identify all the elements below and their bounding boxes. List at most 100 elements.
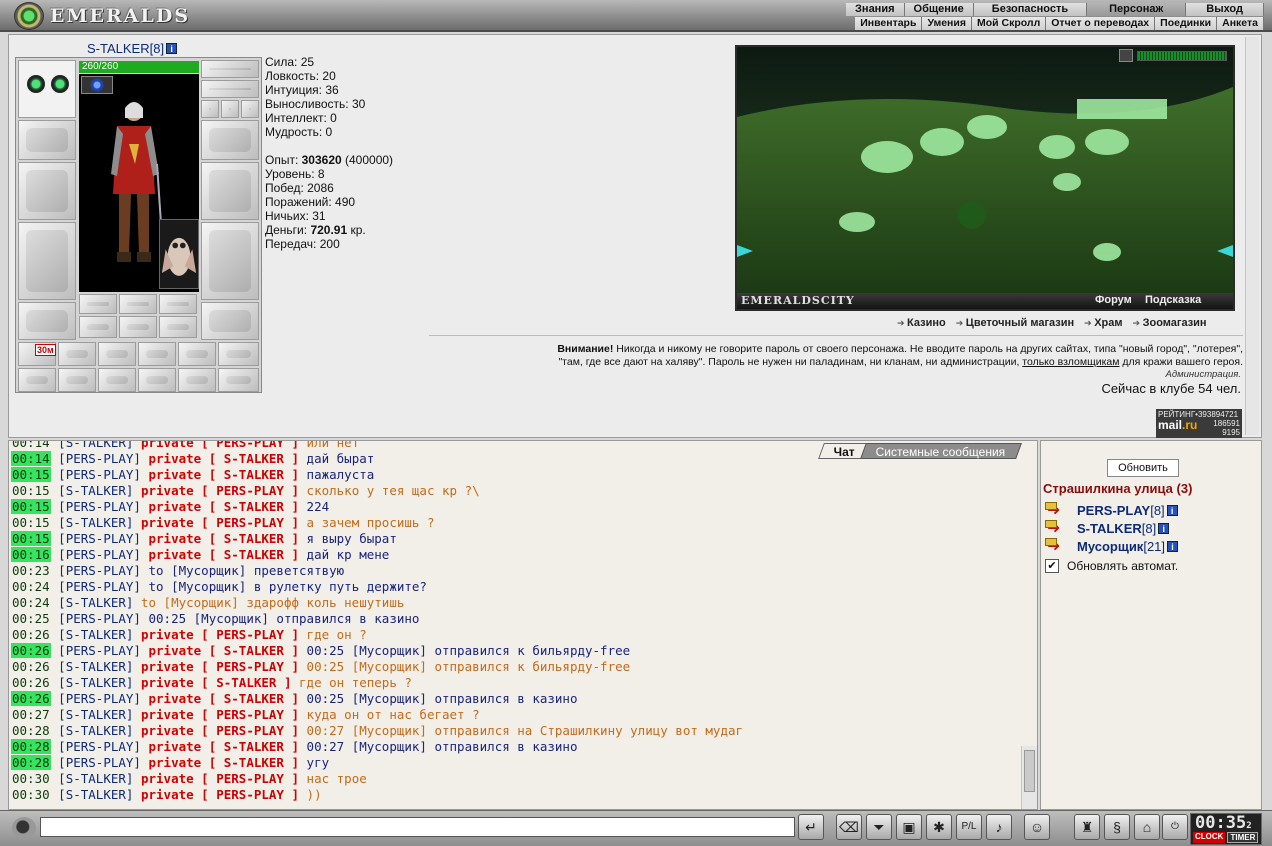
private-message-icon[interactable] <box>1045 500 1065 520</box>
necklace-slot[interactable] <box>201 80 259 98</box>
info-icon[interactable]: i <box>166 43 178 54</box>
ring-slot-1[interactable] <box>201 100 219 118</box>
scroll-slot[interactable] <box>58 368 96 392</box>
message-author[interactable]: [PERS-PLAY] <box>58 563 141 578</box>
user-name[interactable]: S-TALKER <box>1077 521 1142 536</box>
submenu-my-scroll[interactable]: Мой Скролл <box>971 17 1047 30</box>
message-time[interactable]: 00:15 <box>11 467 51 482</box>
message-author[interactable]: [PERS-PLAY] <box>58 531 141 546</box>
scroll-slot[interactable] <box>98 342 136 366</box>
scene-settings-icon[interactable] <box>1119 49 1133 62</box>
translit-icon[interactable]: P/L <box>956 814 982 840</box>
private-recipient[interactable]: private [ S-TALKER ] <box>149 755 300 770</box>
message-time[interactable]: 00:26 <box>11 675 51 690</box>
private-recipient[interactable]: private [ PERS-PLAY ] <box>141 787 299 802</box>
private-recipient[interactable]: private [ S-TALKER ] <box>149 451 300 466</box>
private-recipient[interactable]: private [ S-TALKER ] <box>149 691 300 706</box>
location-pet-shop[interactable]: Зоомагазин <box>1133 317 1207 329</box>
message-time[interactable]: 00:27 <box>11 707 51 722</box>
user-name[interactable]: Мусорщик <box>1077 539 1143 554</box>
chat-speaker-icon[interactable] <box>12 817 36 839</box>
message-author[interactable]: [PERS-PLAY] <box>58 739 141 754</box>
rune-slot[interactable] <box>119 316 157 338</box>
scroll-slot[interactable] <box>18 368 56 392</box>
belt-slot[interactable] <box>18 302 76 340</box>
private-recipient[interactable]: private [ PERS-PLAY ] <box>141 771 299 786</box>
scroll-slot[interactable] <box>218 342 259 366</box>
private-recipient[interactable]: private [ S-TALKER ] <box>149 547 300 562</box>
exit-icon[interactable]: ⏻ <box>1162 814 1188 840</box>
private-recipient[interactable]: private [ S-TALKER ] <box>149 467 300 482</box>
emeralds-logo[interactable]: EMERALDS <box>14 2 190 30</box>
scroll-slot[interactable] <box>98 368 136 392</box>
message-author[interactable]: [S-TALKER] <box>58 483 133 498</box>
scroll-thumb[interactable] <box>1024 750 1035 792</box>
ring-slot-2[interactable] <box>221 100 239 118</box>
armor-slot[interactable] <box>18 222 76 300</box>
save-icon[interactable]: ▣ <box>896 814 922 840</box>
submenu-duels[interactable]: Поединки <box>1155 17 1218 30</box>
message-time[interactable]: 00:26 <box>11 659 51 674</box>
private-message-icon[interactable] <box>1045 536 1065 556</box>
lock-icon[interactable]: ⌂ <box>1134 814 1160 840</box>
ring-slot-3[interactable] <box>241 100 259 118</box>
hint-link[interactable]: Подсказка <box>1145 294 1201 306</box>
submenu-skills[interactable]: Умения <box>922 17 972 30</box>
menu-communication[interactable]: Общение <box>904 3 974 16</box>
message-time[interactable]: 00:28 <box>11 739 51 754</box>
location-flower-shop[interactable]: Цветочный магазин <box>956 317 1074 329</box>
message-author[interactable]: [S-TALKER] <box>58 515 133 530</box>
message-time[interactable]: 00:24 <box>11 595 51 610</box>
shield-slot[interactable] <box>201 162 259 220</box>
private-recipient[interactable]: private [ PERS-PLAY ] <box>141 659 299 674</box>
message-time[interactable]: 00:30 <box>11 787 51 802</box>
mailru-rating-counter[interactable]: РЕЙТИНГ•393894721 mail.ru 186591 9195 <box>1156 409 1242 438</box>
forum-link[interactable]: Форум <box>1095 294 1132 306</box>
message-time[interactable]: 00:26 <box>11 627 51 642</box>
message-author[interactable]: [PERS-PLAY] <box>58 611 141 626</box>
scroll-slot-amulet[interactable]: 30м <box>18 342 56 366</box>
auto-refresh-option[interactable]: ✔ Обновлять автомат. <box>1045 559 1178 573</box>
message-author[interactable]: [S-TALKER] <box>58 441 133 450</box>
main-scrollbar[interactable] <box>1245 37 1259 435</box>
private-recipient[interactable]: private [ PERS-PLAY ] <box>141 483 299 498</box>
info-icon[interactable]: i <box>1158 522 1170 534</box>
user-list-item[interactable]: Мусорщик[21]i <box>1045 536 1179 556</box>
message-time[interactable]: 00:23 <box>11 563 51 578</box>
message-author[interactable]: [S-TALKER] <box>58 627 133 642</box>
pet-owl-slot[interactable] <box>159 219 199 289</box>
private-message-icon[interactable] <box>1045 518 1065 538</box>
clock-label[interactable]: CLOCK <box>1193 832 1226 843</box>
message-time[interactable]: 00:14 <box>11 451 51 466</box>
message-author[interactable]: [PERS-PLAY] <box>58 643 141 658</box>
message-author[interactable]: [PERS-PLAY] <box>58 467 141 482</box>
sound-icon[interactable]: ♪ <box>986 814 1012 840</box>
chat-message-input[interactable] <box>40 817 795 837</box>
gloves-slot[interactable] <box>201 120 259 160</box>
message-time[interactable]: 00:14 <box>11 441 51 450</box>
scroll-slot[interactable] <box>138 368 176 392</box>
message-time[interactable]: 00:25 <box>11 611 51 626</box>
message-author[interactable]: [PERS-PLAY] <box>58 451 141 466</box>
clock-widget[interactable]: 00:352 CLOCK TIMER <box>1190 813 1262 845</box>
bag-icon[interactable]: ♜ <box>1074 814 1100 840</box>
message-author[interactable]: [PERS-PLAY] <box>58 499 141 514</box>
private-recipient[interactable]: private [ PERS-PLAY ] <box>141 627 299 642</box>
submenu-transfer-report[interactable]: Отчет о переводах <box>1046 17 1156 30</box>
boots-slot[interactable] <box>201 302 259 340</box>
menu-security[interactable]: Безопасность <box>973 3 1088 16</box>
helmet-slot-goggles[interactable] <box>18 60 76 118</box>
user-list-item[interactable]: S-TALKER[8]i <box>1045 518 1170 538</box>
location-casino[interactable]: Казино <box>897 317 946 329</box>
location-scene[interactable]: EMERALDSCITY Форум Подсказка <box>735 45 1235 311</box>
smiley-icon[interactable]: ☺ <box>1024 814 1050 840</box>
user-name[interactable]: PERS-PLAY <box>1077 503 1150 518</box>
private-recipient[interactable]: private [ S-TALKER ] <box>141 675 292 690</box>
send-icon[interactable]: ↵ <box>798 814 824 840</box>
scroll-slot[interactable] <box>138 342 176 366</box>
auto-refresh-checkbox[interactable]: ✔ <box>1045 559 1059 573</box>
scroll-slot[interactable] <box>218 368 259 392</box>
message-author[interactable]: [S-TALKER] <box>58 675 133 690</box>
timer-label[interactable]: TIMER <box>1227 832 1259 843</box>
message-time[interactable]: 00:15 <box>11 483 51 498</box>
